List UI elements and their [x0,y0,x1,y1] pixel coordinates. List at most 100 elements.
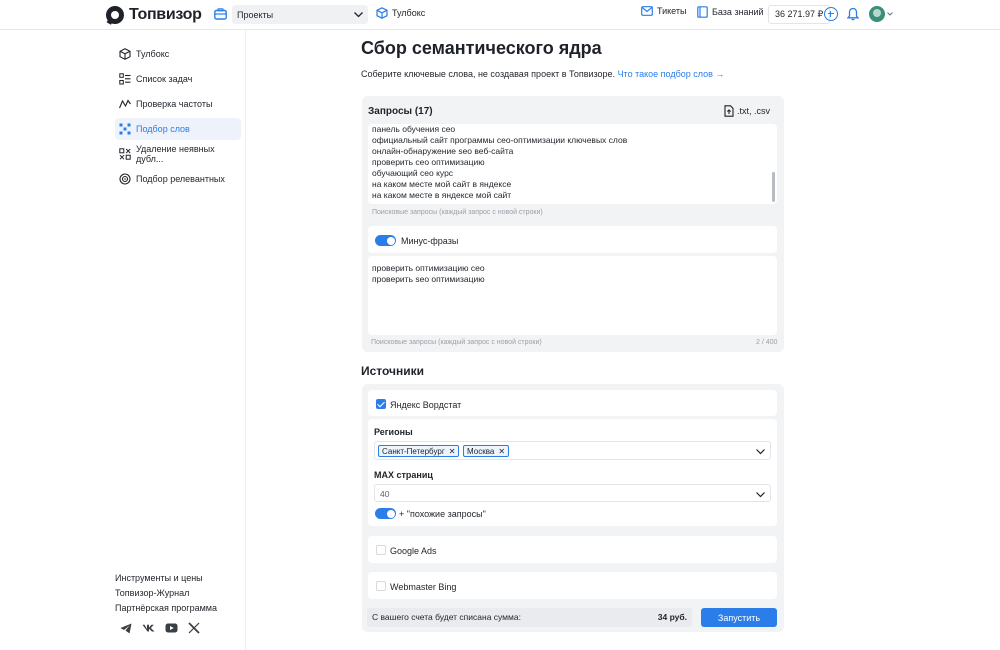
minus-phrases-label: Минус-фразы [401,236,459,246]
sidebar-item-duplicates[interactable]: Удаление неявных дубл... [115,143,241,165]
task-list-icon [119,73,131,85]
query-line: панель обучения сео [372,124,456,134]
word-selection-icon [119,123,131,135]
upload-file-button[interactable]: .txt, .csv [724,105,770,117]
bing-label: Webmaster Bing [390,582,457,592]
minus-phrases-toggle[interactable] [375,235,396,246]
query-line: проверить сео оптимизацию [372,157,485,167]
minus-phrases-hint: Поисковые запросы (каждый запрос с новой… [371,339,542,346]
x-icon[interactable] [188,622,200,634]
toolbox-link[interactable]: Тулбокс [376,7,425,19]
region-tag-label: Санкт-Петербург [382,446,445,456]
region-tag-spb: Санкт-Петербург ✕ [378,445,460,457]
query-line: официальный сайт программы сео-оптимизац… [372,135,628,145]
regions-select[interactable]: Санкт-Петербург ✕ Москва ✕ [374,441,771,460]
tickets-label: Тикеты [657,6,687,16]
minus-line: проверить оптимизацию сео [372,263,485,273]
cost-label: С вашего счета будет списана сумма: [372,612,521,622]
query-line: на каком месте мой сайт в яндексе [372,179,512,189]
similar-queries-toggle[interactable] [375,508,396,519]
sources-title: Источники [361,364,425,378]
project-select[interactable]: Проекты [232,5,368,24]
chevron-down-icon [756,449,765,455]
briefcase-icon [214,8,227,20]
region-tag-label: Москва [467,446,495,456]
book-icon [697,6,708,18]
balance-badge[interactable]: 36 271.97 ₽ [768,5,831,24]
cost-box: С вашего счета будет списана сумма: 34 р… [367,608,692,627]
mail-icon [641,6,653,16]
logo-text: Топвизор [129,6,202,23]
google-checkbox[interactable] [376,545,386,555]
sidebar-item-label: Проверка частоты [136,99,213,109]
queries-scrollbar[interactable] [772,172,775,202]
page-subtitle: Соберите ключевые слова, не создавая про… [361,69,724,79]
what-is-word-selection-link[interactable]: Что такое подбор слов → [618,69,725,79]
run-button[interactable]: Запустить [701,608,777,627]
sidebar-item-task-list[interactable]: Список задач [115,68,241,90]
region-tag-moscow: Москва ✕ [463,445,510,457]
file-icon [724,105,734,117]
max-pages-label: MAX страниц [374,470,433,480]
sidebar-item-label: Подбор релевантных [136,174,225,184]
sidebar-item-label: Тулбокс [136,49,170,59]
similar-queries-label: + "похожие запросы" [399,509,486,519]
close-icon[interactable]: ✕ [449,447,456,456]
yandex-checkbox[interactable] [376,399,386,409]
queries-text: панель обучения сео официальный сайт про… [372,124,770,201]
telegram-icon[interactable] [120,623,132,634]
query-line: онлайн-обнаружение seo веб-сайта [372,146,514,156]
close-icon[interactable]: ✕ [498,447,505,456]
bell-icon[interactable] [847,7,859,21]
sidebar-item-word-selection[interactable]: Подбор слов [115,118,241,140]
toolbox-link-label: Тулбокс [392,8,426,18]
minus-line: проверить seo оптимизацию [372,274,485,284]
chevron-down-icon [354,12,363,18]
target-icon [119,173,131,185]
sidebar-item-frequency[interactable]: Проверка частоты [115,93,241,115]
sidebar: Тулбокс Список задач Проверка частоты По… [115,43,241,193]
divider [245,30,246,650]
cube-icon [376,7,388,19]
social-links [120,622,210,634]
sidebar-item-toolbox[interactable]: Тулбокс [115,43,241,65]
sidebar-item-label: Список задач [136,74,193,84]
knowledge-base-link[interactable]: База знаний [697,6,764,18]
query-line: обучающий сео курс [372,168,454,178]
bing-checkbox[interactable] [376,581,386,591]
vk-icon[interactable] [142,624,155,632]
queries-title: Запросы (17) [368,106,433,117]
cube-icon [119,48,131,60]
query-line: на каком месте в яндексе мой сайт [372,190,512,200]
logo-icon [106,6,124,24]
youtube-icon[interactable] [165,623,178,633]
tickets-link[interactable]: Тикеты [641,6,686,16]
knowledge-label: База знаний [712,7,764,17]
regions-label: Регионы [374,427,413,437]
queries-hint: Поисковые запросы (каждый запрос с новой… [372,209,543,216]
sidebar-item-label: Подбор слов [136,124,190,134]
file-types-label: .txt, .csv [737,106,771,116]
footer-link-journal[interactable]: Топвизор-Журнал [115,587,217,602]
max-pages-select[interactable]: 40 [374,484,771,502]
top-header: Топвизор Проекты Тулбокс Тикеты База зна… [0,0,1000,30]
add-funds-icon[interactable] [824,7,838,21]
sidebar-item-label: Удаление неявных дубл... [136,144,215,164]
subtitle-text: Соберите ключевые слова, не создавая про… [361,69,616,79]
avatar[interactable] [869,6,885,22]
duplicates-icon [119,148,131,160]
page-title: Сбор семантического ядра [361,38,602,58]
footer-link-tools[interactable]: Инструменты и цены [115,572,217,587]
sidebar-item-relevant[interactable]: Подбор релевантных [115,168,241,190]
yandex-label: Яндекс Вордстат [390,400,462,410]
sidebar-footer: Инструменты и цены Топвизор-Журнал Партн… [115,572,217,617]
logo[interactable]: Топвизор [106,5,202,25]
minus-phrases-text: проверить оптимизацию сео проверить seo … [372,263,770,285]
frequency-icon [119,98,131,110]
google-label: Google Ads [390,546,437,556]
minus-phrases-counter: 2 / 400 [756,339,778,346]
footer-link-partners[interactable]: Партнёрская программа [115,602,217,617]
cost-value: 34 руб. [657,612,687,622]
project-select-value: Проекты [237,9,274,20]
chevron-down-icon[interactable] [887,12,893,16]
